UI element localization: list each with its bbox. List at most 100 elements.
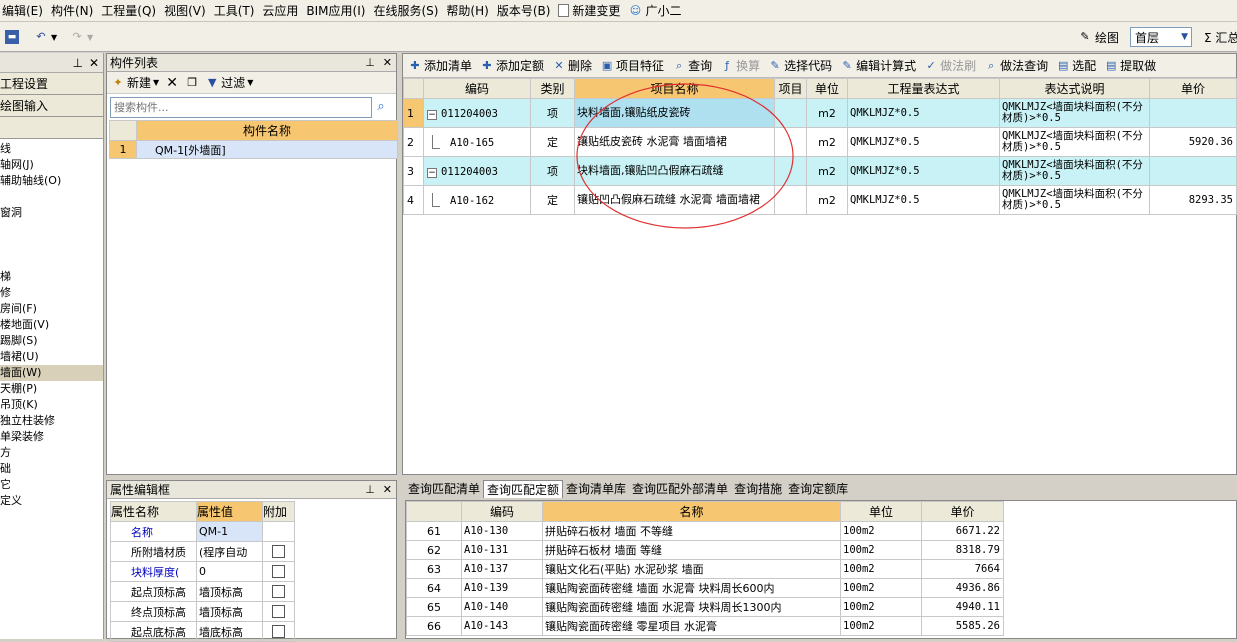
close-icon[interactable]: ✕ bbox=[383, 54, 392, 71]
extra-checkbox[interactable] bbox=[272, 625, 285, 639]
expression-cell[interactable]: QMKLMJZ*0.5 bbox=[847, 98, 1000, 128]
table-row[interactable]: 61 A10-130 拼贴碎石板材 墙面 不等缝 100m2 6671.22 bbox=[406, 521, 1004, 541]
project-settings-button[interactable]: 工程设置 bbox=[0, 73, 103, 95]
property-row[interactable]: 块料厚度(0 bbox=[110, 561, 295, 582]
quota-toolbar-button[interactable]: ⌕ 查询 bbox=[672, 57, 712, 74]
code-cell[interactable]: −011204003 bbox=[423, 156, 531, 186]
query-tab[interactable]: 查询措施 bbox=[731, 480, 785, 498]
pin-icon[interactable]: ⊥ bbox=[365, 481, 375, 498]
menu-tools[interactable]: 工具(T) bbox=[212, 0, 261, 21]
extra-checkbox[interactable] bbox=[272, 565, 285, 579]
delete-icon[interactable]: ✕ bbox=[165, 76, 179, 90]
property-value[interactable]: QM-1 bbox=[196, 521, 263, 542]
quota-toolbar-button[interactable]: ✎ 编辑计算式 bbox=[840, 57, 917, 74]
property-row[interactable]: 起点顶标高 墙顶标高 bbox=[110, 581, 295, 602]
nav-item[interactable]: 吊顶(K) bbox=[0, 397, 103, 413]
floor-select[interactable]: 首层 ▼ bbox=[1130, 27, 1192, 47]
extra-checkbox[interactable] bbox=[272, 585, 285, 599]
nav-item[interactable]: 梯 bbox=[0, 269, 103, 285]
nav-item[interactable]: 墙裙(U) bbox=[0, 349, 103, 365]
nav-item[interactable] bbox=[0, 221, 103, 237]
nav-item[interactable]: 辅助轴线(O) bbox=[0, 173, 103, 189]
nav-item[interactable] bbox=[0, 189, 103, 205]
sum-button[interactable]: Σ 汇总 bbox=[1204, 27, 1237, 47]
pin-icon[interactable]: ⊥ bbox=[365, 54, 375, 71]
pin-icon[interactable]: ⊥ bbox=[72, 53, 82, 72]
code-cell[interactable]: A10-162 bbox=[423, 185, 531, 215]
nav-item[interactable]: 线 bbox=[0, 141, 103, 157]
menu-component[interactable]: 构件(N) bbox=[49, 0, 99, 21]
expression-cell[interactable]: QMKLMJZ*0.5 bbox=[847, 185, 1000, 215]
quota-toolbar-button[interactable]: ✓ 做法刷 bbox=[924, 57, 977, 74]
menu-help[interactable]: 帮助(H) bbox=[444, 0, 494, 21]
table-row[interactable]: 64 A10-139 镶贴陶瓷面砖密缝 墙面 水泥膏 块料周长600内 100m2 49… bbox=[406, 578, 1004, 598]
copy-icon[interactable]: ❐ bbox=[185, 76, 199, 90]
code-cell[interactable]: −011204003 bbox=[423, 98, 531, 128]
collapse-icon[interactable]: − bbox=[427, 167, 437, 178]
table-row[interactable]: 66 A10-143 镶贴陶瓷面砖密缝 零星项目 水泥膏 100m2 5585.26 bbox=[406, 616, 1004, 636]
query-tab[interactable]: 查询匹配外部清单 bbox=[629, 480, 731, 498]
property-row[interactable]: 名称 QM-1 bbox=[110, 521, 295, 542]
quota-toolbar-button[interactable]: ✚ 添加清单 bbox=[408, 57, 472, 74]
table-row[interactable]: 62 A10-131 拼贴碎石板材 墙面 等缝 100m2 8318.79 bbox=[406, 540, 1004, 560]
menu-assistant[interactable]: ☺ 广小二 bbox=[626, 0, 687, 21]
expression-cell[interactable]: QMKLMJZ*0.5 bbox=[847, 127, 1000, 157]
menu-edit[interactable]: 编辑(E) bbox=[0, 0, 49, 21]
menu-version[interactable]: 版本号(B) bbox=[495, 0, 557, 21]
draw-button[interactable]: ✎ 绘图 bbox=[1078, 27, 1119, 47]
quota-toolbar-button[interactable]: ƒ 换算 bbox=[720, 57, 760, 74]
menu-view[interactable]: 视图(V) bbox=[162, 0, 212, 21]
search-input[interactable] bbox=[110, 96, 372, 118]
table-row[interactable]: 4 A10-162 定镶贴凹凸假麻石疏缝 水泥膏 墙面墙裙 m2 QMKLMJZ*0.5… bbox=[403, 185, 1237, 215]
search-icon[interactable]: ⌕ bbox=[374, 100, 388, 114]
nav-item[interactable] bbox=[0, 253, 103, 269]
new-component-button[interactable]: ✦ 新建 ▼ bbox=[111, 74, 159, 91]
property-row[interactable]: 所附墙材质 (程序自动 bbox=[110, 541, 295, 562]
quota-toolbar-button[interactable]: ▤ 选配 bbox=[1056, 57, 1096, 74]
property-value[interactable]: 墙顶标高 bbox=[196, 581, 263, 602]
table-row[interactable]: 1−011204003 项块料墙面,镶贴纸皮瓷砖 m2 QMKLMJZ*0.5 QMKL… bbox=[403, 98, 1237, 128]
nav-item[interactable]: 楼地面(V) bbox=[0, 317, 103, 333]
property-value[interactable]: 0 bbox=[196, 561, 263, 582]
save-button[interactable]: ▬ bbox=[5, 27, 19, 47]
nav-item[interactable]: 天棚(P) bbox=[0, 381, 103, 397]
property-value[interactable]: (程序自动 bbox=[196, 541, 263, 562]
query-tab[interactable]: 查询清单库 bbox=[563, 480, 629, 498]
collapse-icon[interactable]: − bbox=[427, 109, 437, 120]
drawing-input-button[interactable]: 绘图输入 bbox=[0, 95, 103, 117]
redo-button[interactable]: ↷ ▼ bbox=[70, 27, 93, 47]
extra-checkbox[interactable] bbox=[272, 605, 285, 619]
menu-bim[interactable]: BIM应用(I) bbox=[304, 0, 371, 21]
quota-toolbar-button[interactable]: ⌕ 做法查询 bbox=[984, 57, 1048, 74]
menu-online-service[interactable]: 在线服务(S) bbox=[371, 0, 444, 21]
property-row[interactable]: 终点顶标高 墙顶标高 bbox=[110, 601, 295, 622]
quota-toolbar-button[interactable]: ▤ 提取做 bbox=[1104, 57, 1156, 74]
code-cell[interactable]: A10-165 bbox=[423, 127, 531, 157]
nav-item[interactable]: 单梁装修 bbox=[0, 429, 103, 445]
table-row[interactable]: 65 A10-140 镶贴陶瓷面砖密缝 墙面 水泥膏 块料周长1300内 100m2 4… bbox=[406, 597, 1004, 617]
nav-item[interactable]: 它 bbox=[0, 477, 103, 493]
table-row[interactable]: 63 A10-137 镶贴文化石(平贴) 水泥砂浆 墙面 100m2 7664 bbox=[406, 559, 1004, 579]
expression-cell[interactable]: QMKLMJZ*0.5 bbox=[847, 156, 1000, 186]
extra-checkbox[interactable] bbox=[272, 545, 285, 559]
query-tab[interactable]: 查询定额库 bbox=[785, 480, 851, 498]
nav-item[interactable] bbox=[0, 237, 103, 253]
nav-item[interactable]: 独立柱装修 bbox=[0, 413, 103, 429]
nav-item[interactable]: 窗洞 bbox=[0, 205, 103, 221]
close-icon[interactable]: ✕ bbox=[383, 481, 392, 498]
quota-toolbar-button[interactable]: ▣ 项目特征 bbox=[600, 57, 664, 74]
nav-item[interactable]: 轴网(J) bbox=[0, 157, 103, 173]
table-row[interactable]: 2 A10-165 定镶贴纸皮瓷砖 水泥膏 墙面墙裙 m2 QMKLMJZ*0.5 QMK… bbox=[403, 127, 1237, 157]
close-icon[interactable]: ✕ bbox=[89, 53, 99, 72]
nav-item[interactable]: 定义 bbox=[0, 493, 103, 509]
undo-button[interactable]: ↶ ▼ bbox=[34, 27, 57, 47]
nav-item[interactable]: 踢脚(S) bbox=[0, 333, 103, 349]
quota-toolbar-button[interactable]: ✚ 添加定额 bbox=[480, 57, 544, 74]
quota-toolbar-button[interactable]: ✕ 删除 bbox=[552, 57, 592, 74]
query-tab[interactable]: 查询匹配定额 bbox=[483, 480, 564, 498]
table-row[interactable]: 1 QM-1[外墙面] bbox=[109, 140, 398, 159]
property-value[interactable]: 墙顶标高 bbox=[196, 601, 263, 622]
menu-cloud[interactable]: 云应用 bbox=[260, 0, 304, 21]
menu-quantity[interactable]: 工程量(Q) bbox=[99, 0, 162, 21]
quota-toolbar-button[interactable]: ✎ 选择代码 bbox=[768, 57, 832, 74]
